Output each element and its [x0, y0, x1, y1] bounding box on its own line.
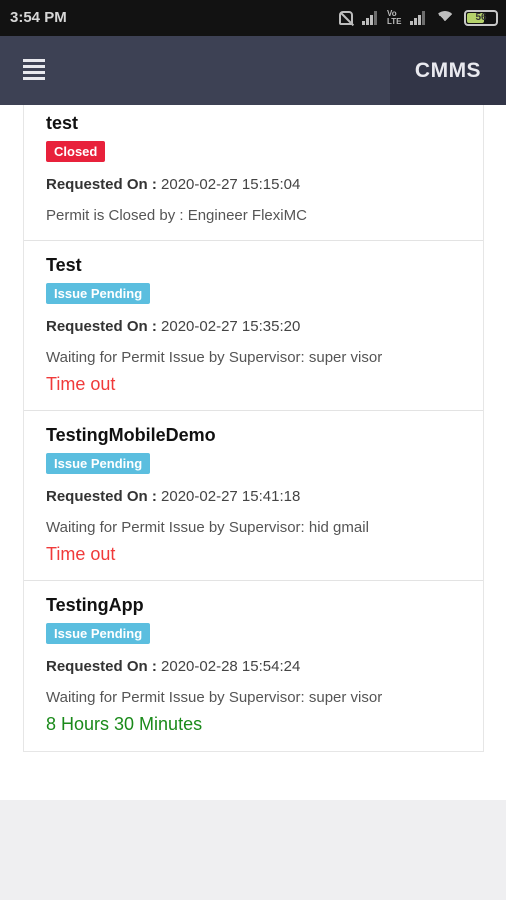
- requested-date: 2020-02-27 15:41:18: [161, 488, 301, 505]
- requested-on: Requested On : 2020-02-27 15:35:20: [46, 318, 300, 335]
- menu-icon[interactable]: [20, 56, 50, 82]
- permit-timer: Time out: [46, 544, 116, 564]
- requested-date: 2020-02-27 15:35:20: [161, 318, 301, 335]
- requested-on: Requested On : 2020-02-28 15:54:24: [46, 658, 300, 675]
- permit-list: test Closed Requested On : 2020-02-27 15…: [23, 105, 484, 752]
- mute-icon: [339, 11, 353, 25]
- signal-icon: [410, 11, 426, 25]
- requested-date: 2020-02-28 15:54:24: [161, 658, 301, 675]
- permit-title: TestingMobileDemo: [46, 425, 216, 445]
- permit-timer: Time out: [46, 374, 116, 394]
- requested-on: Requested On : 2020-02-27 15:15:04: [46, 176, 300, 193]
- status-icons: Vo LTE 56: [339, 8, 498, 28]
- wifi-icon: [435, 11, 455, 25]
- permit-title: Test: [46, 255, 82, 275]
- status-badge: Closed: [46, 141, 106, 162]
- battery-icon: 56: [464, 10, 498, 26]
- permit-card[interactable]: Test Issue Pending Requested On : 2020-0…: [24, 241, 483, 411]
- permit-card[interactable]: TestingMobileDemo Issue Pending Requeste…: [24, 411, 483, 581]
- permit-message: Permit is Closed by : Engineer FlexiMC: [46, 207, 307, 224]
- app-title: CMMS: [414, 59, 482, 82]
- status-badge: Issue Pending: [46, 283, 151, 304]
- volte-icon: Vo LTE: [387, 9, 402, 26]
- permit-title: TestingApp: [46, 595, 144, 615]
- permit-timer: 8 Hours 30 Minutes: [46, 714, 203, 734]
- requested-label: Requested On :: [46, 488, 157, 505]
- requested-on: Requested On : 2020-02-27 15:41:18: [46, 488, 300, 505]
- status-badge: Issue Pending: [46, 623, 151, 644]
- permit-card[interactable]: TestingApp Issue Pending Requested On : …: [24, 581, 483, 751]
- permit-message: Waiting for Permit Issue by Supervisor: …: [46, 689, 383, 706]
- status-badge: Issue Pending: [46, 453, 151, 474]
- permit-message: Waiting for Permit Issue by Supervisor: …: [46, 349, 383, 366]
- permit-card[interactable]: test Closed Requested On : 2020-02-27 15…: [24, 105, 483, 241]
- status-time: 3:54 PM: [10, 9, 67, 26]
- requested-label: Requested On :: [46, 318, 157, 335]
- permit-message: Waiting for Permit Issue by Supervisor: …: [46, 519, 369, 536]
- battery-level: 56: [475, 12, 487, 23]
- status-bar: 3:54 PM Vo LTE 56: [0, 0, 506, 36]
- requested-date: 2020-02-27 15:15:04: [161, 176, 301, 193]
- signal-icon: [362, 11, 378, 25]
- app-bar: CMMS: [0, 36, 506, 105]
- permit-title: test: [46, 113, 79, 133]
- permit-list-container: test Closed Requested On : 2020-02-27 15…: [0, 105, 506, 800]
- requested-label: Requested On :: [46, 176, 157, 193]
- requested-label: Requested On :: [46, 658, 157, 675]
